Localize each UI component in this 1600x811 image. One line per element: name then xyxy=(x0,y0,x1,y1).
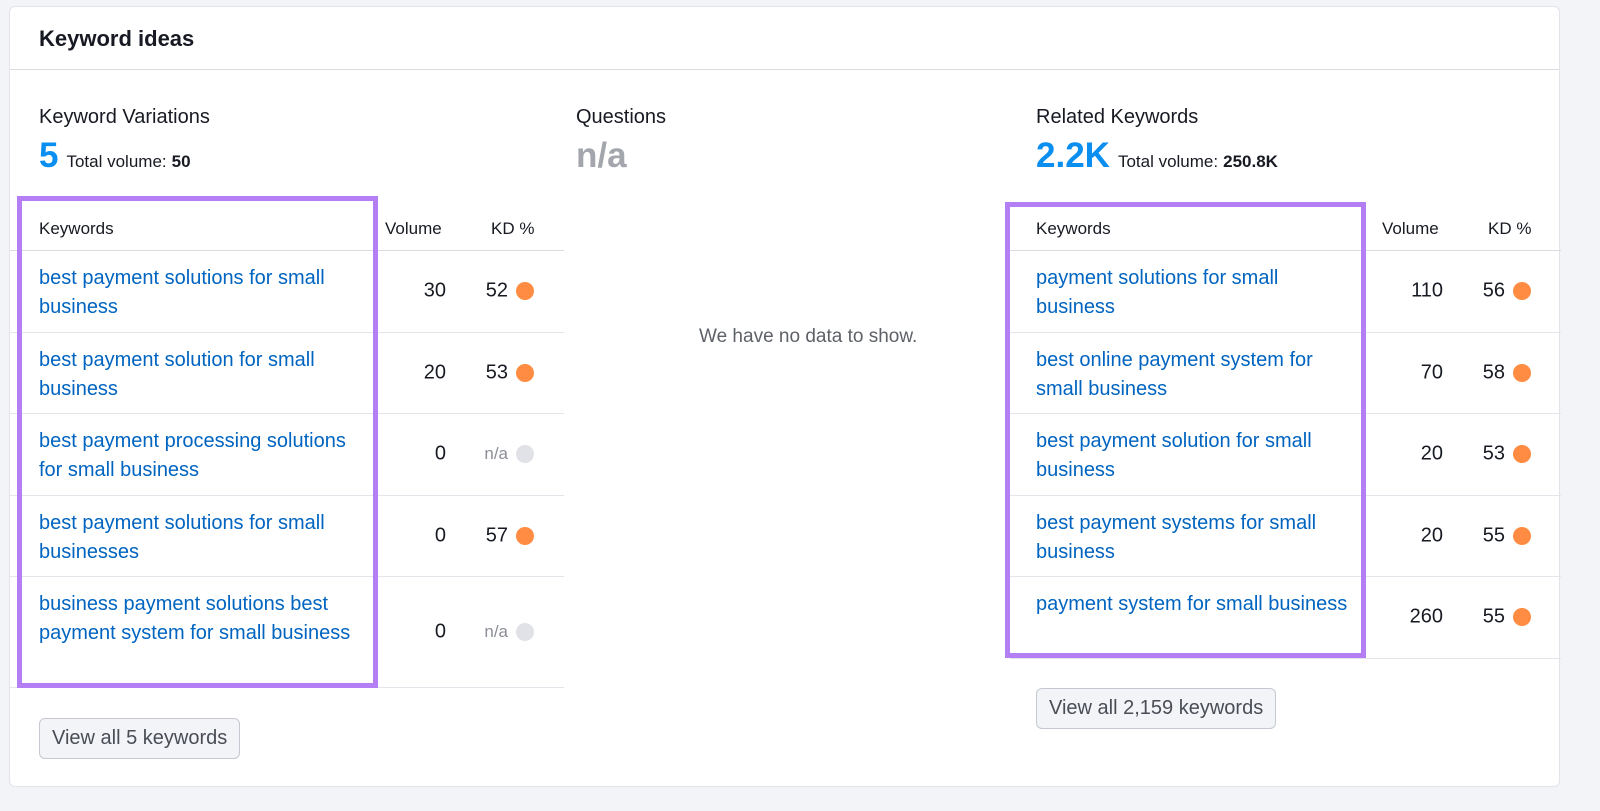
table-row: payment solutions for small business 110 5… xyxy=(1010,251,1561,333)
view-all-related-button[interactable]: View all 2,159 keywords xyxy=(1036,688,1277,729)
kd-difficulty-dot-icon xyxy=(1513,363,1531,382)
keyword-link[interactable]: business payment solutions best payment … xyxy=(39,590,369,648)
volume-value: 30 xyxy=(423,279,446,302)
stat-summary: n/a xyxy=(576,136,635,176)
col-volume[interactable]: Volume xyxy=(1382,219,1439,239)
kd-difficulty-dot-icon xyxy=(516,282,534,301)
volume-value: 0 xyxy=(434,620,446,643)
stat-summary: 5 Total volume: 50 xyxy=(39,136,191,176)
volume-value: 20 xyxy=(423,361,446,384)
section-title: Questions xyxy=(576,106,667,128)
variations-table: Keywords Volume KD % best payment soluti… xyxy=(10,206,564,688)
empty-state-message: We have no data to show. xyxy=(699,326,918,347)
kd-value: n/a xyxy=(484,622,508,641)
kd-difficulty-dot-icon xyxy=(516,526,534,545)
volume-value: 110 xyxy=(1411,279,1443,302)
kd-difficulty-dot-icon xyxy=(516,623,534,641)
section-title: Related Keywords xyxy=(1036,106,1199,128)
table-row: best payment solution for small business… xyxy=(1010,414,1561,496)
questions-count: n/a xyxy=(576,136,627,175)
table-header: Keywords Volume KD % xyxy=(10,206,564,251)
keyword-link[interactable]: payment system for small business xyxy=(1036,590,1356,619)
keyword-link[interactable]: best online payment system for small bus… xyxy=(1036,346,1356,404)
kd-value: 52 xyxy=(485,279,508,302)
table-row: best payment systems for small business 2… xyxy=(1010,496,1561,577)
kd-value: 57 xyxy=(485,524,508,547)
total-volume-value: 50 xyxy=(171,152,191,171)
keyword-count[interactable]: 2.2K xyxy=(1036,136,1110,176)
card-title: Keyword ideas xyxy=(39,26,195,51)
volume-value: 20 xyxy=(1420,524,1443,547)
kd-value: 55 xyxy=(1482,524,1505,547)
table-row: best online payment system for small bus… xyxy=(1010,333,1561,414)
header-divider xyxy=(10,69,1559,70)
keyword-ideas-card: Keyword ideas Keyword Variations 5 Total… xyxy=(9,6,1561,787)
total-volume-label: Total volume: xyxy=(66,152,167,171)
kd-difficulty-dot-icon xyxy=(1513,608,1531,627)
table-row: best payment solutions for small busines… xyxy=(10,496,564,577)
keyword-link[interactable]: best payment solutions for small busines… xyxy=(39,509,369,567)
total-volume-label: Total volume: xyxy=(1117,152,1219,171)
keyword-count[interactable]: 5 xyxy=(39,136,58,176)
kd-value: 58 xyxy=(1482,361,1505,384)
col-keywords[interactable]: Keywords xyxy=(39,219,114,239)
volume-value: 260 xyxy=(1409,605,1443,628)
kd-difficulty-dot-icon xyxy=(516,363,534,382)
keyword-link[interactable]: best payment solutions for small busines… xyxy=(39,264,369,322)
volume-value: 20 xyxy=(1420,442,1443,465)
kd-value: 53 xyxy=(1482,442,1505,465)
table-row: best payment solution for small business… xyxy=(10,333,564,414)
table-row: best payment processing solutions for sm… xyxy=(10,414,564,496)
kd-difficulty-dot-icon xyxy=(1513,526,1531,545)
table-header: Keywords Volume KD % xyxy=(1010,206,1561,251)
view-all-variations-button[interactable]: View all 5 keywords xyxy=(39,718,241,759)
table-row: best payment solutions for small busines… xyxy=(10,251,564,333)
stat-summary: 2.2K Total volume: 250.8K xyxy=(1036,136,1278,176)
kd-difficulty-dot-icon xyxy=(1513,445,1531,464)
volume-value: 70 xyxy=(1420,361,1443,384)
volume-value: 0 xyxy=(434,442,446,465)
related-table: Keywords Volume KD % payment solutions f… xyxy=(1010,206,1561,659)
col-volume[interactable]: Volume xyxy=(385,219,442,239)
table-row: business payment solutions best payment … xyxy=(10,577,564,688)
col-kd[interactable]: KD % xyxy=(491,219,534,239)
volume-value: 0 xyxy=(434,524,446,547)
keyword-link[interactable]: payment solutions for small business xyxy=(1036,264,1356,322)
kd-value: 56 xyxy=(1482,279,1505,302)
table-row: payment system for small business 260 55 xyxy=(1010,577,1561,659)
total-volume-value: 250.8K xyxy=(1223,152,1278,171)
keyword-link[interactable]: best payment solution for small business xyxy=(39,346,369,404)
keyword-link[interactable]: best payment solution for small business xyxy=(1036,427,1356,485)
col-keywords[interactable]: Keywords xyxy=(1036,219,1111,239)
kd-value: n/a xyxy=(484,444,508,464)
keyword-link[interactable]: best payment processing solutions for sm… xyxy=(39,427,369,485)
col-kd[interactable]: KD % xyxy=(1488,219,1531,239)
kd-value: 53 xyxy=(485,361,508,384)
kd-difficulty-dot-icon xyxy=(516,445,534,464)
kd-difficulty-dot-icon xyxy=(1513,282,1531,301)
section-title: Keyword Variations xyxy=(39,106,210,128)
kd-value: 55 xyxy=(1482,605,1505,628)
keyword-link[interactable]: best payment systems for small business xyxy=(1036,509,1356,567)
